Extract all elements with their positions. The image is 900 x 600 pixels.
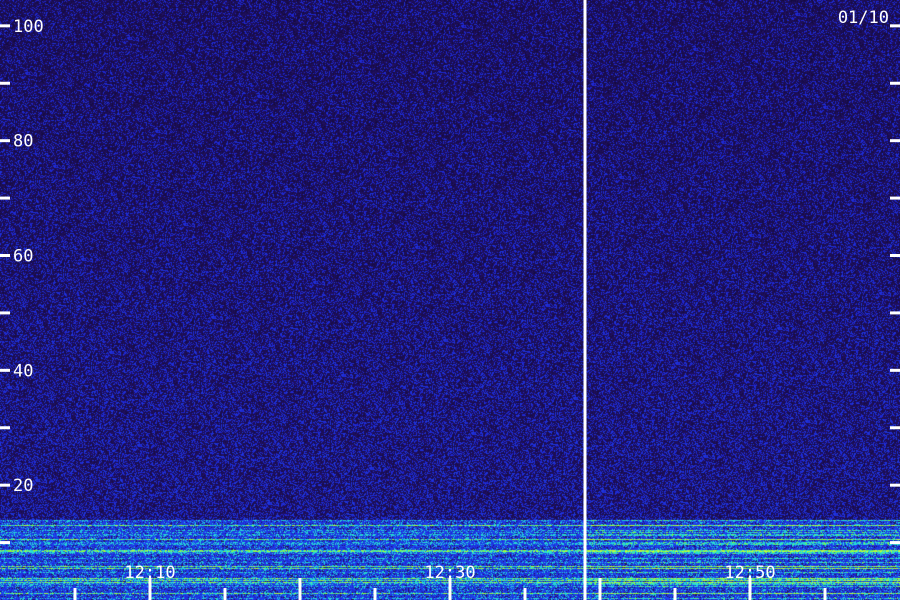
- x-tick: [823, 588, 827, 600]
- chart-overlay: 100 80 60 40 20 12:10 12:30 12:50 01/10: [0, 0, 900, 600]
- y-tick-right: [890, 368, 900, 372]
- y-tick-right: [890, 426, 900, 430]
- y-tick-right: [890, 24, 900, 28]
- y-tick-left: [0, 24, 10, 28]
- y-tick-left: [0, 483, 10, 487]
- x-tick: [373, 588, 377, 600]
- x-tick: [598, 578, 602, 600]
- y-tick-label: 100: [13, 17, 44, 37]
- y-tick-right: [890, 81, 900, 85]
- time-marker-group: [583, 0, 587, 600]
- x-tick: [223, 588, 227, 600]
- y-tick-left: [0, 368, 10, 372]
- x-axis: 12:10 12:30 12:50: [73, 563, 827, 600]
- y-tick-left: [0, 541, 10, 545]
- y-axis-right: [890, 24, 900, 545]
- y-tick-label: 80: [13, 132, 33, 152]
- y-tick-right: [890, 139, 900, 143]
- y-tick-left: [0, 311, 10, 315]
- y-tick-left: [0, 254, 10, 258]
- y-tick-right: [890, 541, 900, 545]
- time-marker-line: [583, 0, 587, 600]
- x-tick-label: 12:30: [424, 563, 475, 583]
- y-tick-right: [890, 196, 900, 200]
- x-tick: [523, 588, 527, 600]
- x-tick: [673, 588, 677, 600]
- x-tick: [73, 588, 77, 600]
- date-label: 01/10: [838, 8, 889, 28]
- y-tick-right: [890, 254, 900, 258]
- y-tick-left: [0, 139, 10, 143]
- x-tick-label: 12:10: [124, 563, 175, 583]
- y-tick-label: 40: [13, 361, 33, 381]
- y-tick-right: [890, 483, 900, 487]
- spectrogram-chart: 100 80 60 40 20 12:10 12:30 12:50 01/10: [0, 0, 900, 600]
- y-tick-left: [0, 81, 10, 85]
- y-tick-label: 60: [13, 247, 33, 267]
- y-axis-left: 100 80 60 40 20: [0, 17, 44, 545]
- y-tick-left: [0, 196, 10, 200]
- x-tick-label: 12:50: [724, 563, 775, 583]
- y-tick-label: 20: [13, 476, 33, 496]
- y-tick-right: [890, 311, 900, 315]
- x-tick: [298, 578, 302, 600]
- y-tick-left: [0, 426, 10, 430]
